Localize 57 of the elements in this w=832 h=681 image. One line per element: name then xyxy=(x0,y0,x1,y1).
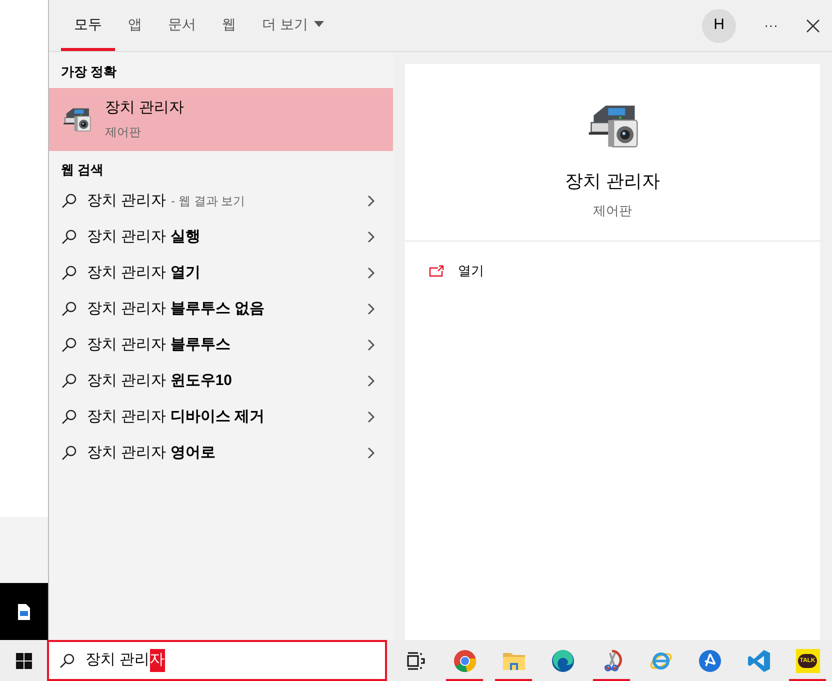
running-indicator xyxy=(789,679,826,681)
search-icon xyxy=(61,445,77,461)
suggestion-text[interactable]: 장치 관리자 xyxy=(87,190,166,212)
image-file-icon[interactable] xyxy=(18,604,30,620)
suggestion-text[interactable]: 장치 관리자 블루투스 없음 xyxy=(87,298,265,320)
chevron-right-icon[interactable] xyxy=(367,411,375,423)
search-tab[interactable]: 앱 xyxy=(115,0,155,51)
chevron-right-icon[interactable] xyxy=(367,231,375,243)
search-icon xyxy=(61,265,77,281)
search-query: 장치 관리 xyxy=(85,650,150,670)
search-icon xyxy=(61,193,77,209)
search-icon xyxy=(61,409,77,425)
taskbar-search-field[interactable]: 장치 관리자 xyxy=(47,640,387,681)
chevron-right-icon[interactable] xyxy=(367,447,375,459)
best-match-item[interactable]: 장치 관리자 제어판 xyxy=(49,88,393,150)
chevron-right-icon[interactable] xyxy=(367,339,375,351)
chevron-right-icon[interactable] xyxy=(367,195,375,207)
search-icon xyxy=(61,229,77,245)
chevron-right-icon[interactable] xyxy=(367,303,375,315)
suggestion-text[interactable]: 장치 관리자 블루투스 xyxy=(87,334,230,356)
search-tab[interactable]: 더 보기 xyxy=(249,0,337,51)
wave-browser-icon[interactable] xyxy=(550,648,574,672)
windows-start-icon[interactable] xyxy=(16,652,32,668)
running-indicator xyxy=(593,679,630,681)
browser-icon[interactable] xyxy=(452,648,476,672)
search-icon xyxy=(61,337,77,353)
more-options-button[interactable]: ··· xyxy=(754,8,788,42)
search-tab[interactable]: 웹 xyxy=(209,0,249,51)
result-subtitle: 제어판 xyxy=(105,124,142,142)
preview-title: 장치 관리자 xyxy=(564,170,660,193)
web-results-hint: - 웹 결과 보기 xyxy=(171,192,246,210)
chevron-right-icon[interactable] xyxy=(367,267,375,279)
account-avatar[interactable]: H xyxy=(702,8,736,42)
task-view-icon[interactable] xyxy=(406,650,426,670)
suggestion-text[interactable]: 장치 관리자 디바이스 제거 xyxy=(87,406,265,428)
suggestion-text[interactable]: 장치 관리자 실행 xyxy=(87,226,200,248)
open-icon xyxy=(429,265,444,277)
search-icon xyxy=(61,301,77,317)
preview-subtitle: 제어판 xyxy=(593,202,632,220)
suggestion-text[interactable]: 장치 관리자 영어로 xyxy=(87,442,216,464)
section-heading: 가장 정확 xyxy=(60,63,118,81)
compass-app-icon[interactable] xyxy=(698,648,722,672)
running-indicator xyxy=(446,679,483,681)
running-indicator xyxy=(495,679,532,681)
action-link[interactable]: 열기 xyxy=(458,261,484,281)
suggestion-text[interactable]: 장치 관리자 윈도우10 xyxy=(87,370,232,392)
search-icon xyxy=(61,373,77,389)
search-icon xyxy=(59,652,76,668)
suggestion-text[interactable]: 장치 관리자 열기 xyxy=(87,262,200,284)
search-tab[interactable]: 문서 xyxy=(155,0,209,51)
caret-icon xyxy=(314,21,324,27)
code-editor-icon[interactable] xyxy=(746,648,770,672)
close-icon[interactable] xyxy=(806,18,820,32)
section-heading: 웹 검색 xyxy=(60,160,105,178)
result-title: 장치 관리자 xyxy=(105,98,184,118)
chevron-right-icon[interactable] xyxy=(367,375,375,387)
composing-character: 자 xyxy=(150,649,165,672)
